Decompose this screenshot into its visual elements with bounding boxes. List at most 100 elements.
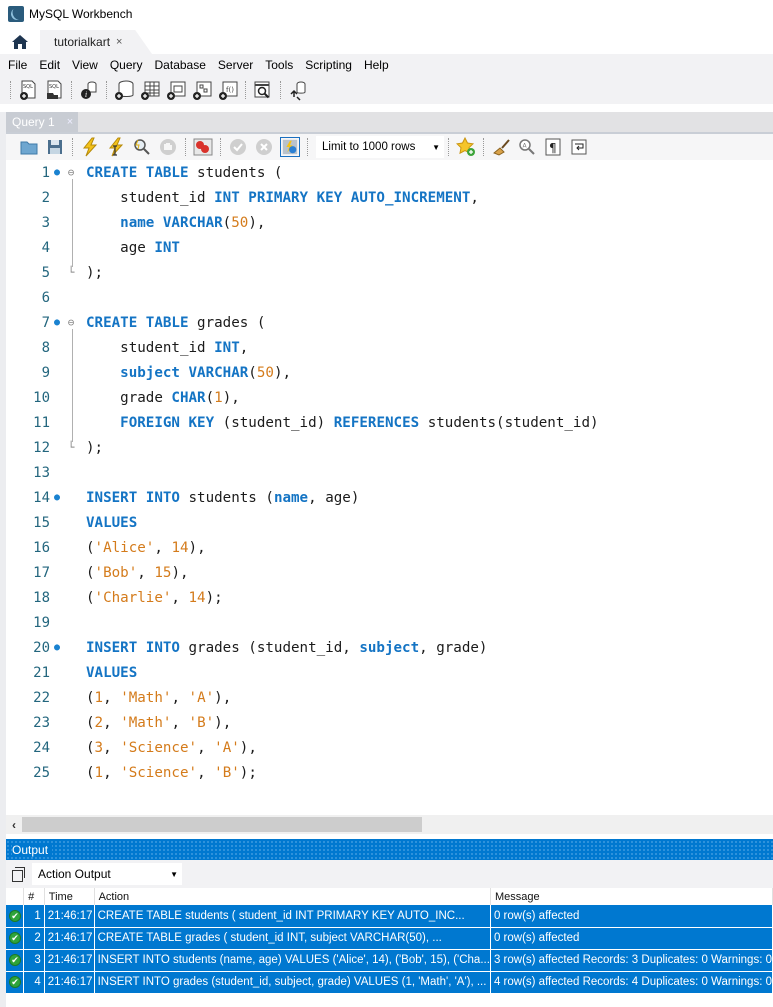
sql-token: (student_id) — [214, 414, 334, 431]
col-message[interactable]: Message — [490, 888, 773, 905]
action-output-table: # Time Action Message ✔ 1 21:46:17 CREATE T… — [6, 888, 773, 994]
svg-text:SQL: SQL — [49, 84, 59, 90]
autocommit-icon[interactable] — [280, 137, 300, 157]
code-line[interactable]: 4 age INT — [6, 235, 773, 260]
sql-number: 3 — [94, 739, 104, 756]
menu-server[interactable]: Server — [214, 58, 261, 72]
code-line[interactable]: 14 ● INSERT INTO students (name, age) — [6, 485, 773, 510]
scrollbar-thumb[interactable] — [22, 817, 422, 832]
table-row[interactable]: ✔ 4 21:46:17 INSERT INTO grades (student_id… — [6, 971, 773, 994]
new-sql-tab-icon[interactable]: SQL — [17, 79, 39, 101]
code-line[interactable]: 15 VALUES — [6, 510, 773, 535]
menu-scripting[interactable]: Scripting — [301, 58, 360, 72]
schema-inspector-icon[interactable]: i — [78, 79, 100, 101]
line-number: 22 — [33, 689, 50, 706]
sql-code-editor[interactable]: 1 ● ⊖ CREATE TABLE students (2 student_id I… — [6, 160, 773, 812]
message-cell: 4 row(s) affected Records: 4 Duplicates:… — [490, 971, 773, 994]
editor-horizontal-scrollbar[interactable]: ‹ — [6, 815, 773, 834]
code-line[interactable]: 5 └); — [6, 260, 773, 285]
menu-help[interactable]: Help — [360, 58, 397, 72]
code-line[interactable]: 2 student_id INT PRIMARY KEY AUTO_INCREM… — [6, 185, 773, 210]
menu-edit[interactable]: Edit — [35, 58, 68, 72]
sql-string: 'Charlie' — [94, 589, 172, 606]
action-cell: INSERT INTO students (name, age) VALUES … — [94, 949, 491, 972]
sql-token: ); — [86, 264, 104, 281]
table-row[interactable]: ✔ 3 21:46:17 INSERT INTO students (name, ag… — [6, 949, 773, 972]
code-line[interactable]: 11 FOREIGN KEY (student_id) REFERENCES s… — [6, 410, 773, 435]
code-line[interactable]: 7 ● ⊖ CREATE TABLE grades ( — [6, 310, 773, 335]
code-line[interactable]: 21 VALUES — [6, 660, 773, 685]
menu-view[interactable]: View — [68, 58, 106, 72]
statement-marker-icon: ● — [53, 492, 61, 503]
save-icon[interactable] — [45, 137, 65, 157]
word-wrap-icon[interactable] — [569, 137, 589, 157]
code-line[interactable]: 18 ('Charlie', 14); — [6, 585, 773, 610]
code-line[interactable]: 13 — [6, 460, 773, 485]
limit-rows-select[interactable]: Limit to 1000 rows ▼ — [316, 136, 444, 158]
create-table-icon[interactable] — [139, 79, 161, 101]
add-snippet-icon[interactable] — [456, 137, 476, 157]
code-line[interactable]: 3 name VARCHAR(50), — [6, 210, 773, 235]
code-line[interactable]: 16 ('Alice', 14), — [6, 535, 773, 560]
open-sql-script-icon[interactable]: SQL — [43, 79, 65, 101]
find-icon[interactable]: A — [517, 137, 537, 157]
rollback-icon[interactable] — [254, 137, 274, 157]
col-time[interactable]: Time — [44, 888, 95, 905]
create-procedure-icon[interactable] — [191, 79, 213, 101]
toolbar-separator — [106, 81, 107, 99]
connection-tab[interactable]: tutorialkart × — [40, 30, 152, 54]
code-text: FOREIGN KEY (student_id) REFERENCES stud… — [78, 414, 598, 431]
reconnect-icon[interactable] — [287, 79, 309, 101]
fold-toggle-icon[interactable]: ⊖ — [64, 166, 78, 179]
code-line[interactable]: 8 student_id INT, — [6, 335, 773, 360]
num-cell: 3 — [23, 949, 45, 972]
beautify-icon[interactable] — [491, 137, 511, 157]
close-icon[interactable]: × — [67, 116, 73, 128]
code-line[interactable]: 1 ● ⊖ CREATE TABLE students ( — [6, 160, 773, 185]
execute-icon[interactable] — [80, 137, 100, 157]
code-line[interactable]: 20 ● INSERT INTO grades (student_id, subje… — [6, 635, 773, 660]
menu-file[interactable]: File — [4, 58, 35, 72]
col-number[interactable]: # — [23, 888, 45, 905]
code-line[interactable]: 17 ('Bob', 15), — [6, 560, 773, 585]
message-cell: 3 row(s) affected Records: 3 Duplicates:… — [490, 949, 773, 972]
menu-query[interactable]: Query — [106, 58, 151, 72]
copy-icon[interactable] — [12, 867, 26, 882]
code-line[interactable]: 24 (3, 'Science', 'A'), — [6, 735, 773, 760]
menu-tools[interactable]: Tools — [261, 58, 301, 72]
create-view-icon[interactable] — [165, 79, 187, 101]
execute-current-icon[interactable] — [106, 137, 126, 157]
col-action[interactable]: Action — [94, 888, 491, 905]
sql-keyword: INT — [154, 239, 180, 256]
invisible-chars-icon[interactable]: ¶ — [543, 137, 563, 157]
table-row[interactable]: ✔ 2 21:46:17 CREATE TABLE grades ( student_… — [6, 927, 773, 950]
create-function-icon[interactable]: f() — [217, 79, 239, 101]
explain-icon[interactable] — [132, 137, 152, 157]
code-line[interactable]: 25 (1, 'Science', 'B'); — [6, 760, 773, 785]
code-line[interactable]: 12 └); — [6, 435, 773, 460]
home-tab[interactable] — [0, 30, 40, 54]
code-line[interactable]: 10 grade CHAR(1), — [6, 385, 773, 410]
create-schema-icon[interactable] — [113, 79, 135, 101]
commit-icon[interactable] — [228, 137, 248, 157]
menu-database[interactable]: Database — [151, 58, 214, 72]
code-line[interactable]: 22 (1, 'Math', 'A'), — [6, 685, 773, 710]
fold-toggle-icon[interactable]: ⊖ — [64, 316, 78, 329]
output-view-select[interactable]: Action Output ▼ — [32, 863, 182, 885]
sql-number: 1 — [94, 764, 104, 781]
query-tab[interactable]: Query 1 × — [6, 112, 78, 132]
toggle-error-icon[interactable] — [193, 137, 213, 157]
code-line[interactable]: 6 — [6, 285, 773, 310]
code-line[interactable]: 19 — [6, 610, 773, 635]
line-number: 8 — [41, 339, 50, 356]
scroll-left-icon[interactable]: ‹ — [6, 818, 22, 832]
stop-icon[interactable] — [158, 137, 178, 157]
table-row[interactable]: ✔ 1 21:46:17 CREATE TABLE students ( studen… — [6, 905, 773, 928]
close-icon[interactable]: × — [116, 36, 122, 48]
search-table-data-icon[interactable] — [252, 79, 274, 101]
query-toolbar: Limit to 1000 rows ▼ A ¶ — [6, 132, 773, 160]
toolbar-separator — [280, 81, 281, 99]
code-line[interactable]: 23 (2, 'Math', 'B'), — [6, 710, 773, 735]
open-file-icon[interactable] — [19, 137, 39, 157]
code-line[interactable]: 9 subject VARCHAR(50), — [6, 360, 773, 385]
